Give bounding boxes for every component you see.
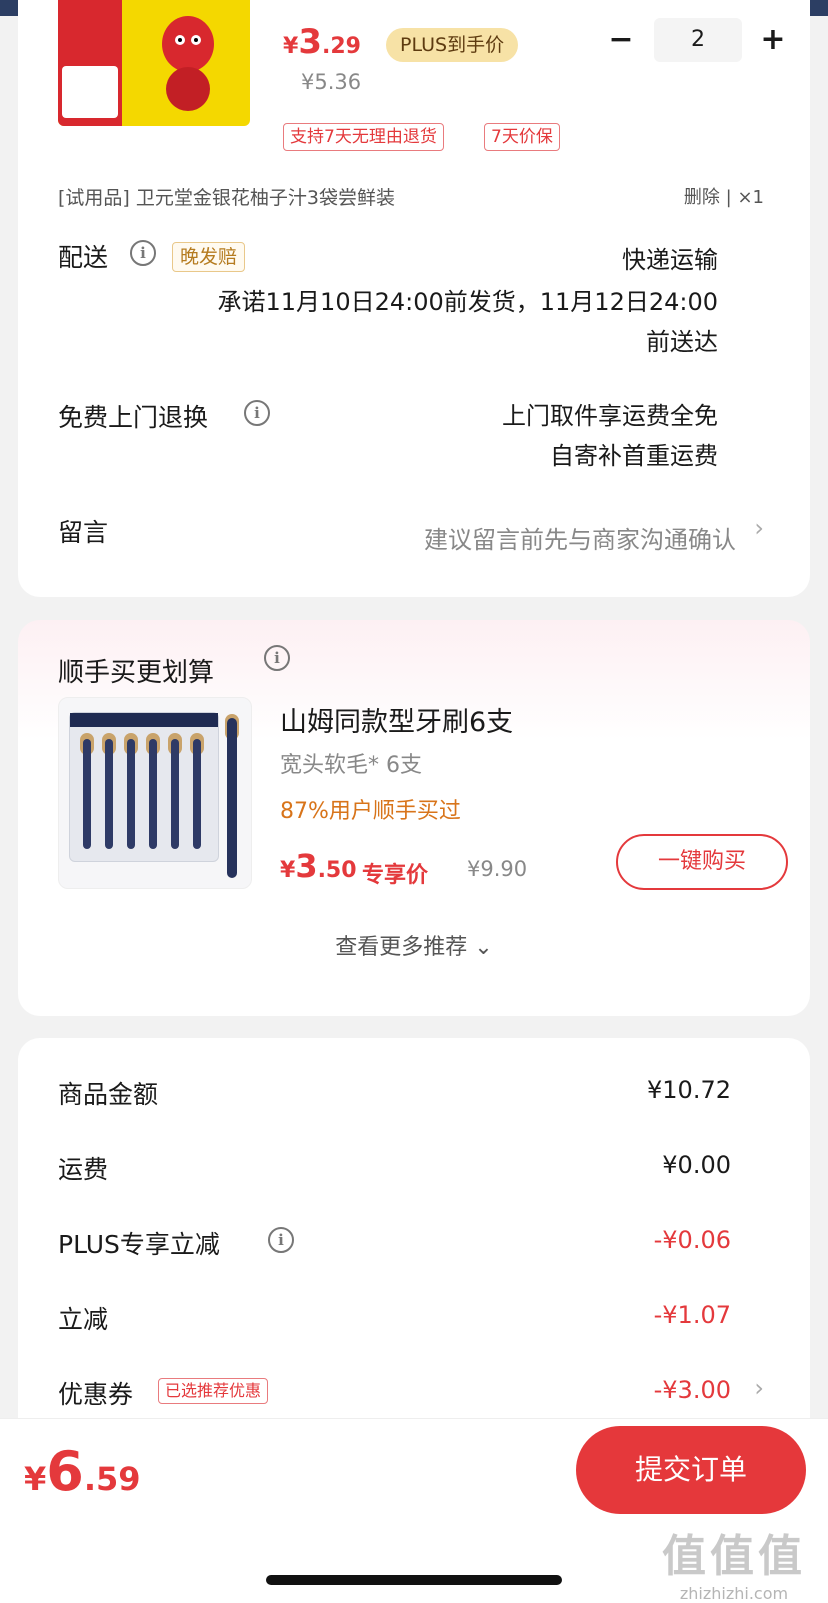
- chevron-right-icon: ›: [754, 1374, 764, 1402]
- delivery-promise-line1: 承诺11月10日24:00前发货，11月12日24:00: [217, 288, 718, 316]
- delivery-method: 快递运输: [622, 246, 718, 274]
- submit-order-button[interactable]: 提交订单: [576, 1426, 806, 1514]
- summary-label-goods: 商品金额: [58, 1080, 159, 1109]
- return-service-line1: 上门取件享运费全免: [502, 402, 718, 430]
- trial-item-actions: 删除 | ×1: [684, 183, 764, 209]
- summary-value-shipping: ¥0.00: [662, 1151, 731, 1179]
- toothbrush-handle-graphic: [227, 718, 237, 878]
- price-currency: ¥: [280, 858, 296, 883]
- exclusive-price-label: 专享价: [362, 863, 429, 888]
- quantity-decrease-button[interactable]: −: [601, 22, 641, 58]
- order-item-card: ¥3.29 PLUS到手价 ¥5.36 − 2 + 支持7天无理由退货 7天价保…: [18, 0, 810, 597]
- more-recommendations-link[interactable]: 查看更多推荐 ⌄: [18, 929, 810, 961]
- quantity-increase-button[interactable]: +: [753, 22, 793, 58]
- original-price: ¥5.36: [301, 70, 362, 94]
- message-input[interactable]: 建议留言前先与商家沟通确认: [424, 520, 736, 555]
- total-decimal: .59: [83, 1460, 141, 1498]
- delivery-promise-line2: 前送达: [646, 328, 718, 356]
- summary-label-instant-discount: 立减: [58, 1305, 109, 1334]
- one-click-buy-button[interactable]: 一键购买: [616, 834, 788, 890]
- item-price: ¥3.29: [283, 22, 361, 62]
- price-integer: 3: [295, 847, 318, 885]
- price-decimal: .50: [317, 858, 357, 883]
- price-protect-badge: 7天价保: [484, 123, 560, 151]
- total-currency: ¥: [24, 1460, 47, 1498]
- watermark: 值值值 zhizhizhi.com: [662, 1520, 806, 1603]
- upsell-purchased-pct: 87%用户顺手买过: [280, 799, 461, 824]
- home-indicator[interactable]: [266, 1575, 562, 1585]
- watermark-logo: 值值值: [662, 1531, 806, 1582]
- summary-label-plus-discount: PLUS专享立减: [58, 1230, 220, 1259]
- late-compensation-badge: 晚发赔: [172, 242, 246, 272]
- coupon-recommended-badge: 已选推荐优惠: [158, 1378, 269, 1404]
- upsell-original-price: ¥9.90: [467, 857, 528, 881]
- separator: |: [725, 187, 732, 208]
- delete-button[interactable]: 删除: [684, 187, 720, 208]
- price-integer: 3: [298, 22, 322, 62]
- upsell-title: 顺手买更划算: [58, 658, 215, 688]
- summary-value-coupon[interactable]: -¥3.00: [654, 1376, 731, 1404]
- return-service-line2: 自寄补首重运费: [550, 442, 718, 470]
- message-label: 留言: [58, 518, 109, 547]
- summary-value-plus-discount: -¥0.06: [653, 1226, 731, 1254]
- info-icon[interactable]: i: [130, 240, 156, 266]
- summary-label-shipping: 运费: [58, 1155, 109, 1184]
- chevron-right-icon: ›: [754, 514, 764, 542]
- summary-value-instant-discount: -¥1.07: [653, 1301, 731, 1329]
- trial-item-text: [试用品] 卫元堂金银花柚子汁3袋尝鲜装: [58, 187, 395, 209]
- summary-value-goods: ¥10.72: [647, 1076, 731, 1104]
- image-label-box: [62, 66, 118, 118]
- price-currency: ¥: [283, 34, 299, 59]
- quantity-stepper-value[interactable]: 2: [654, 18, 742, 62]
- upsell-price: ¥3.50: [280, 847, 357, 885]
- total-integer: 6: [46, 1440, 84, 1503]
- trial-qty: ×1: [737, 187, 764, 208]
- return-service-label: 免费上门退换: [58, 403, 209, 432]
- price-decimal: .29: [321, 34, 361, 59]
- upsell-product-spec: 宽头软毛* 6支: [280, 753, 422, 778]
- order-confirmation-page: ¥3.29 PLUS到手价 ¥5.36 − 2 + 支持7天无理由退货 7天价保…: [0, 0, 828, 1603]
- upsell-product-name[interactable]: 山姆同款型牙刷6支: [280, 700, 513, 739]
- watermark-site: zhizhizhi.com: [679, 1584, 789, 1603]
- plus-price-badge: PLUS到手价: [386, 28, 519, 62]
- toothbrush-pack-graphic: [69, 712, 219, 862]
- mascot-icon: [162, 16, 214, 111]
- return-policy-badge: 支持7天无理由退货: [283, 123, 444, 151]
- summary-label-coupon[interactable]: 优惠券: [58, 1375, 133, 1411]
- delivery-label: 配送: [58, 243, 109, 272]
- product-juice-image[interactable]: [58, 0, 250, 126]
- order-total: ¥6.59: [24, 1440, 141, 1503]
- info-icon[interactable]: i: [244, 400, 270, 426]
- info-icon[interactable]: i: [264, 645, 290, 671]
- info-icon[interactable]: i: [268, 1227, 294, 1253]
- toothbrush-product-image[interactable]: [58, 697, 252, 889]
